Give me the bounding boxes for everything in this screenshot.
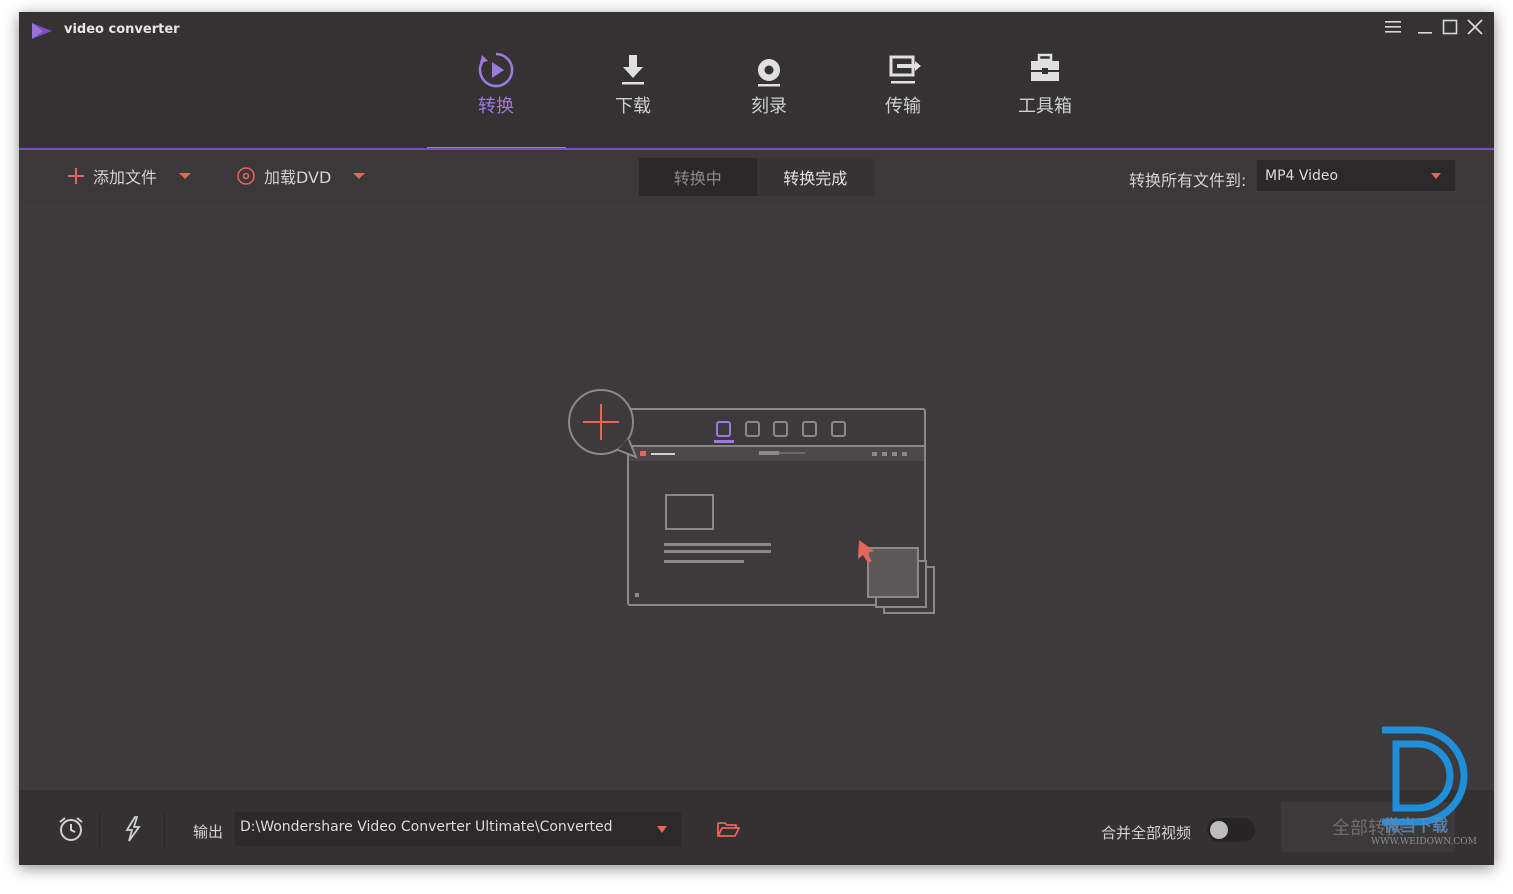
tab-converted[interactable]: 转换完成 bbox=[756, 158, 874, 196]
tab-burn[interactable]: 刻录 bbox=[719, 50, 819, 130]
minimize-icon[interactable] bbox=[1413, 16, 1437, 38]
divider bbox=[99, 812, 100, 848]
output-label: 输出 bbox=[193, 823, 224, 841]
output-format-value: MP4 Video bbox=[1265, 167, 1339, 184]
alarm-clock-icon[interactable] bbox=[57, 815, 85, 843]
status-segmented-control: 转换中 转换完成 bbox=[639, 158, 874, 196]
transfer-icon bbox=[889, 55, 921, 84]
tab-download-label: 下载 bbox=[615, 96, 651, 117]
chevron-down-icon bbox=[1431, 173, 1441, 179]
bottom-bar: 输出 D:\Wondershare Video Converter Ultima… bbox=[19, 790, 1494, 865]
load-dvd-button[interactable]: 加载DVD bbox=[236, 163, 366, 189]
watermark-url-text: WWW.WEIDOWN.COM bbox=[1371, 837, 1477, 847]
close-icon[interactable] bbox=[1463, 16, 1487, 38]
download-icon bbox=[622, 55, 644, 85]
tab-transfer[interactable]: 传输 bbox=[853, 50, 953, 130]
app-logo-icon bbox=[32, 23, 52, 39]
tab-converting[interactable]: 转换中 bbox=[639, 158, 757, 196]
file-drop-area[interactable] bbox=[19, 202, 1494, 790]
divider bbox=[164, 812, 165, 848]
app-title: video converter bbox=[64, 22, 180, 37]
app-window: video converter 转换 下载 刻录 传输 工具箱 添加文件 加载D… bbox=[19, 12, 1494, 865]
merge-all-toggle[interactable] bbox=[1207, 818, 1255, 842]
output-format-select[interactable]: MP4 Video bbox=[1257, 160, 1455, 191]
tab-convert-label: 转换 bbox=[478, 96, 514, 117]
add-file-button[interactable]: 添加文件 bbox=[67, 163, 192, 189]
play-circle-icon bbox=[478, 52, 514, 88]
folder-open-icon[interactable] bbox=[716, 819, 740, 839]
maximize-icon[interactable] bbox=[1438, 16, 1462, 38]
load-dvd-label: 加载DVD bbox=[264, 168, 332, 187]
toolbox-icon bbox=[1031, 53, 1059, 81]
output-path-field[interactable]: D:\Wondershare Video Converter Ultimate\… bbox=[235, 812, 681, 846]
toggle-knob bbox=[1210, 821, 1228, 839]
toolbar: 添加文件 加载DVD 转换中 转换完成 转换所有文件到: MP4 Video bbox=[19, 150, 1494, 202]
output-path-value: D:\Wondershare Video Converter Ultimate\… bbox=[240, 819, 613, 835]
load-dvd-dropdown-icon[interactable] bbox=[353, 173, 366, 179]
top-nav-bar: video converter 转换 下载 刻录 传输 工具箱 bbox=[19, 12, 1494, 150]
tab-transfer-label: 传输 bbox=[885, 96, 921, 117]
dvd-icon bbox=[237, 167, 255, 185]
plus-icon bbox=[68, 168, 84, 184]
tab-convert[interactable]: 转换 bbox=[446, 50, 546, 130]
lightning-icon[interactable] bbox=[119, 815, 147, 843]
add-file-label: 添加文件 bbox=[93, 168, 158, 187]
add-files-illustration[interactable] bbox=[566, 385, 938, 617]
convert-all-to-label: 转换所有文件到: bbox=[1129, 171, 1247, 190]
disc-icon bbox=[758, 59, 780, 87]
tab-burn-label: 刻录 bbox=[751, 96, 787, 117]
hamburger-icon[interactable] bbox=[1381, 16, 1405, 38]
add-file-dropdown-icon[interactable] bbox=[179, 173, 192, 179]
watermark-cn-text: 微当下载 bbox=[1384, 816, 1449, 835]
tab-download[interactable]: 下载 bbox=[583, 50, 683, 130]
tab-toolbox[interactable]: 工具箱 bbox=[995, 50, 1095, 130]
tab-toolbox-label: 工具箱 bbox=[1018, 96, 1072, 117]
merge-all-label: 合并全部视频 bbox=[1101, 824, 1192, 842]
chevron-down-icon[interactable] bbox=[657, 826, 667, 833]
